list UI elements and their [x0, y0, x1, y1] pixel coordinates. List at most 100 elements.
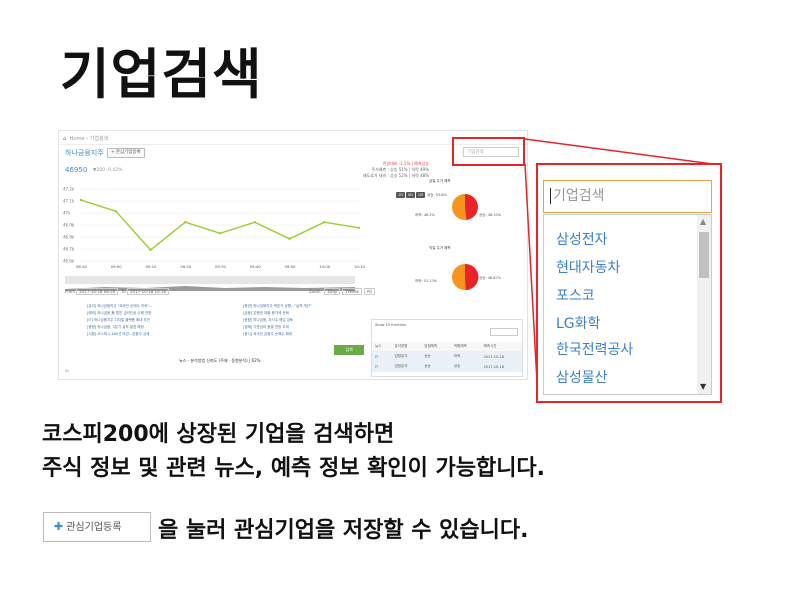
table-length-select[interactable]: Show 10 ▾ entries [375, 323, 406, 327]
add-favorite-label: 관심기업등록 [66, 522, 122, 533]
x-tick-label: 09:40 [250, 264, 262, 269]
pie2-slice-red [465, 263, 479, 290]
home-icon[interactable]: ⌂ [63, 136, 66, 142]
news-search-button[interactable]: 검색 [334, 345, 364, 355]
news-list-left: [금리] 하나금융지주 "외국인 순매수 지속"... [해외] 하나금융 美 … [87, 303, 227, 338]
table-cell: 상승 [421, 351, 451, 362]
zoom-buttons: 1D 5D 1M [395, 181, 426, 200]
table-search-input[interactable] [490, 328, 518, 336]
table-row[interactable]: IT 감정분석 상승 상승 2017-10-18 [372, 361, 522, 372]
search-result-item[interactable]: 포스코 [556, 285, 595, 305]
zoom-button-5d[interactable]: 5D [405, 192, 415, 198]
zoom-option-all[interactable]: All [363, 288, 375, 295]
prediction-table: 뉴스 분석방법 감정예측 적합예측 예측시간 IT 감정분석 상승 하락 201… [372, 342, 522, 372]
news-item[interactable]: [금융] 은행권 대출 증가세 둔화 [243, 310, 393, 317]
table-cell: 상승 [450, 361, 481, 372]
zoom-option-1day[interactable]: 1Day [323, 288, 341, 295]
price-point[interactable] [79, 198, 83, 202]
news-item[interactable]: [해외] 하나금융 美 법인 금리인상 수혜 전망 [87, 310, 227, 317]
stock-name: 하나금융지주 [65, 149, 104, 157]
company-search-placeholder: 기업검색 [553, 188, 605, 204]
zoom-button-1m[interactable]: 1M [415, 192, 426, 198]
stock-price: 46950 [65, 166, 88, 174]
pie1-slice-red [465, 194, 478, 220]
col-header[interactable]: 적합예측 [450, 342, 481, 352]
news-item[interactable]: [종합] 하나금융, 3분기 실적 발표 예정 [87, 324, 227, 331]
table-cell: 상승 [421, 361, 451, 372]
chart-navigator[interactable] [65, 276, 355, 291]
search-result-item[interactable]: 현대자동차 [556, 257, 620, 277]
table-header-row: 뉴스 분석방법 감정예측 적합예측 예측시간 [372, 342, 522, 352]
range-from-input[interactable]: 2017-10-18 08:30 [76, 288, 119, 295]
x-tick-label: 09:30 [215, 264, 227, 269]
breadcrumb-home[interactable]: Home [70, 136, 85, 142]
zoom-selector: Zoom 1Day 1Week All [309, 288, 375, 295]
scrollbar-thumb[interactable] [699, 232, 709, 278]
news-item[interactable]: [시황] 코스피 2,480선 마감...금융주 강세 [87, 331, 227, 338]
price-point[interactable] [218, 232, 222, 235]
x-tick-label: 10:10 [354, 264, 366, 269]
y-tick-label: 47.1k [63, 199, 75, 204]
table-cell: IT [372, 361, 392, 372]
x-tick-label: 08:30 [76, 264, 88, 269]
table-row[interactable]: IT 감정분석 상승 하락 2017-10-18 [372, 351, 522, 362]
table-cell: 2017-10-18 [480, 361, 522, 372]
table-cell: 2017-10-18 [480, 351, 522, 362]
price-line-chart: 47.2k 47.1k 47k 46.9k 46.8k 46.7k 46.6k08:30 09… [63, 187, 366, 270]
y-tick-label: 46.6k [63, 259, 75, 264]
y-tick-label: 46.7k [63, 247, 75, 252]
col-header[interactable]: 감정예측 [421, 342, 451, 352]
x-tick-label: 09:20 [180, 264, 192, 269]
search-result-item[interactable]: 삼성전자 [556, 229, 608, 249]
breadcrumb: ⌂ Home › 기업검색 [63, 136, 109, 142]
table-cell: 감정분석 [391, 361, 422, 372]
pie2-label-2: 상승: 48.87% [479, 276, 502, 280]
pie1-title: 금일 주가 예측 [429, 179, 451, 183]
price-point[interactable] [253, 221, 256, 224]
scroll-up-icon[interactable]: ▲ [700, 218, 706, 226]
search-highlight-box [452, 137, 525, 166]
company-search-input[interactable]: 기업검색 [543, 180, 712, 213]
search-result-item[interactable]: 삼성물산 [556, 367, 608, 387]
legend-line-3: 매도호가 대비 : 상승 52% | 하락 48% [362, 173, 429, 178]
price-point[interactable] [357, 226, 361, 229]
scroll-down-icon[interactable]: ▼ [700, 383, 706, 391]
search-result-item[interactable]: LG화학 [556, 313, 600, 333]
x-tick-label: 10:00 [319, 264, 331, 269]
news-item[interactable]: [증권] 하나금융지주 목표가 상향..."실적 개선" [243, 303, 393, 310]
news-item[interactable]: [금리] 하나금융지주 "외국인 순매수 지속"... [87, 303, 227, 310]
zoom-button-1d[interactable]: 1D [396, 192, 405, 198]
search-results-dropdown: 삼성전자 현대자동차 포스코 LG화학 한국전력공사 삼성물산 ▲ ▼ [543, 214, 712, 395]
x-tick-label: 09:50 [285, 264, 297, 269]
prediction-axis: 60 [65, 369, 70, 373]
dropdown-scrollbar[interactable]: ▲ ▼ [697, 215, 711, 394]
col-header[interactable]: 예측시간 [480, 342, 522, 352]
slide-title: 기업검색 [60, 43, 263, 106]
range-to-input[interactable]: 2017-10-18 10:18 [127, 288, 170, 295]
zoom-label: Zoom [309, 289, 321, 294]
pie1-label-2: 하락: 46.2% [415, 213, 435, 217]
price-point[interactable] [323, 221, 326, 224]
add-favorite-button-small[interactable]: +관심기업등록 [107, 148, 145, 158]
app-screenshot: ⌂ Home › 기업검색 하나금융지주 +관심기업등록 46950 ▼200 … [58, 130, 528, 380]
price-point[interactable] [114, 209, 117, 213]
col-header[interactable]: 뉴스 [372, 342, 392, 352]
col-header[interactable]: 분석방법 [391, 342, 422, 352]
y-tick-label: 46.9k [63, 223, 75, 228]
price-point[interactable] [288, 237, 291, 241]
text-caret [550, 188, 551, 204]
price-point[interactable] [149, 248, 152, 252]
y-tick-label: 47k [63, 211, 71, 216]
add-favorite-button[interactable]: ✚ 관심기업등록 [43, 512, 151, 542]
description-line-1: 코스피200에 상장된 기업을 검색하면 [42, 422, 395, 447]
table-cell: 하락 [450, 351, 481, 362]
zoom-option-1week[interactable]: 1Week [342, 288, 362, 295]
range-selector: From 2017-10-18 08:30 To 2017-10-18 10:1… [65, 288, 171, 295]
news-item[interactable]: [IT] 하나금융지주 디지털 플랫폼 확대 추진 [87, 317, 227, 324]
price-point[interactable] [184, 221, 187, 224]
search-result-item[interactable]: 한국전력공사 [556, 339, 633, 359]
x-tick-label: 09:10 [146, 264, 158, 269]
x-tick-label: 09:00 [111, 264, 123, 269]
plus-icon: ✚ [54, 520, 64, 533]
pie2-label-1: 하락: 51.13% [415, 279, 438, 283]
